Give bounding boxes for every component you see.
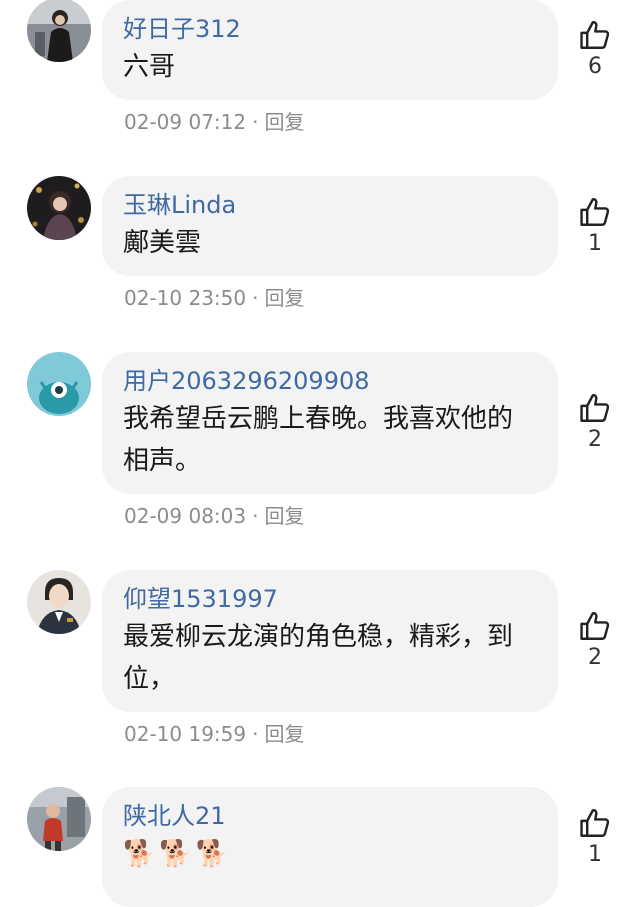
thumbs-up-icon [580, 808, 610, 837]
comment-bubble: 用户2063296209908 我希望岳云鹏上春晚。我喜欢他的相声。 [102, 352, 558, 494]
comment-meta: 02-10 23:50 · 回复 [124, 285, 304, 311]
username[interactable]: 仰望1531997 [123, 584, 538, 614]
comment-bubble: 好日子312 六哥 [102, 0, 558, 100]
timestamp: 02-09 07:12 [124, 110, 247, 134]
avatar[interactable] [27, 570, 91, 634]
username[interactable]: 陕北人21 [123, 801, 538, 831]
separator: · [252, 110, 259, 134]
separator: · [252, 504, 259, 528]
username[interactable]: 好日子312 [123, 14, 538, 44]
reply-button[interactable]: 回复 [264, 286, 304, 310]
comment-meta: 02-09 08:03 · 回复 [124, 503, 304, 529]
thumbs-up-icon [580, 393, 610, 422]
avatar[interactable] [27, 176, 91, 240]
like-button[interactable]: 6 [573, 18, 617, 80]
timestamp: 02-10 23:50 [124, 286, 247, 310]
reply-button[interactable]: 回复 [264, 722, 304, 746]
comment-text: 六哥 [123, 52, 176, 82]
timestamp: 02-09 08:03 [124, 504, 247, 528]
comment-text: 最爱柳云龙演的角色稳，精彩，到位， [123, 622, 514, 694]
avatar[interactable] [27, 352, 91, 416]
reply-button[interactable]: 回复 [264, 504, 304, 528]
timestamp: 02-10 19:59 [124, 722, 247, 746]
like-count: 2 [588, 645, 602, 670]
separator: · [252, 286, 259, 310]
thumbs-up-icon [580, 611, 610, 640]
like-button[interactable]: 1 [573, 806, 617, 868]
comment-meta: 02-09 07:12 · 回复 [124, 109, 304, 135]
comment-bubble: 玉琳Linda 鄺美雲 [102, 176, 558, 276]
like-count: 2 [588, 427, 602, 452]
comment-bubble: 仰望1531997 最爱柳云龙演的角色稳，精彩，到位， [102, 570, 558, 712]
like-button[interactable]: 2 [573, 391, 617, 453]
comment-text: 我希望岳云鹏上春晚。我喜欢他的相声。 [123, 404, 514, 476]
like-count: 6 [588, 54, 602, 79]
avatar[interactable] [27, 0, 91, 62]
separator: · [252, 722, 259, 746]
comment-meta: 02-10 19:59 · 回复 [124, 721, 304, 747]
like-button[interactable]: 1 [573, 195, 617, 257]
thumbs-up-icon [580, 20, 610, 49]
thumbs-up-icon [580, 197, 610, 226]
username[interactable]: 用户2063296209908 [123, 366, 538, 396]
username[interactable]: 玉琳Linda [123, 190, 538, 220]
comment-bubble: 陕北人21 🐕 🐕 🐕 [102, 787, 558, 907]
like-count: 1 [588, 231, 602, 256]
reply-button[interactable]: 回复 [264, 110, 304, 134]
like-count: 1 [588, 842, 602, 867]
avatar[interactable] [27, 787, 91, 851]
like-button[interactable]: 2 [573, 609, 617, 671]
comment-text: 鄺美雲 [123, 228, 202, 258]
